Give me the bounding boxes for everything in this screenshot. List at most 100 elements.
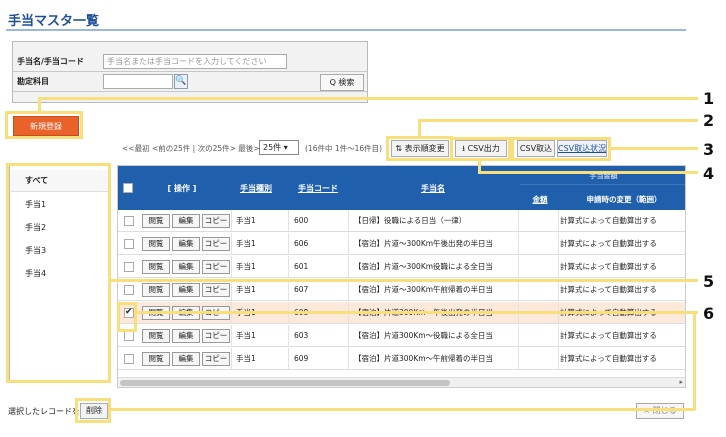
callout-box-new: [5, 111, 83, 139]
copy-button[interactable]: コピー: [202, 329, 230, 343]
callout-number-3: 3: [703, 140, 715, 159]
edit-button[interactable]: 編集: [172, 352, 200, 366]
callout-box-delete: [75, 398, 111, 423]
column-divider: [231, 348, 232, 369]
column-divider: [518, 256, 519, 277]
column-divider: [288, 325, 289, 346]
title-divider: [6, 29, 686, 31]
search-button[interactable]: Q 検索: [320, 74, 364, 91]
row-code: 601: [294, 262, 309, 271]
copy-button[interactable]: コピー: [202, 260, 230, 274]
column-divider: [288, 233, 289, 254]
search-panel: 手当名/手当コード 手当名または手当コードを入力してください 勘定科目 🔍 Q …: [12, 41, 368, 103]
magnifier-icon[interactable]: 🔍: [174, 74, 188, 89]
callout-line-5: [108, 279, 698, 282]
view-button[interactable]: 閲覧: [142, 260, 170, 274]
column-divider: [348, 256, 349, 277]
row-checkbox[interactable]: [124, 331, 134, 341]
account-filter-label: 勘定科目: [17, 77, 49, 86]
edit-button[interactable]: 編集: [172, 260, 200, 274]
row-code: 603: [294, 331, 309, 340]
search-row-account: 勘定科目 🔍: [13, 72, 367, 92]
record-range: (16件中 1件〜16件目): [305, 144, 383, 153]
callout-line-2: [418, 119, 698, 122]
scrollbar-thumb[interactable]: [120, 380, 450, 386]
row-type: 手当1: [236, 331, 256, 340]
column-divider: [288, 256, 289, 277]
copy-button[interactable]: コピー: [202, 214, 230, 228]
column-divider: [348, 348, 349, 369]
account-filter-input[interactable]: [103, 74, 173, 89]
row-name: 【宿泊】片道〜300Km午後出発の半日当: [354, 239, 494, 248]
column-divider: [348, 233, 349, 254]
header-change: 申請時の変更（範囲）: [586, 195, 662, 204]
column-divider: [558, 233, 559, 254]
horizontal-scrollbar[interactable]: ▸: [118, 377, 685, 387]
view-button[interactable]: 閲覧: [142, 214, 170, 228]
edit-button[interactable]: 編集: [172, 214, 200, 228]
table-row: 閲覧 編集 コピー 手当1 607 【宿泊】片道〜300Km午前帰着の半日当 計算式によって…: [118, 279, 685, 301]
callout-vertical-6: [693, 311, 696, 410]
name-filter-label: 手当名/手当コード: [17, 57, 84, 66]
view-button[interactable]: 閲覧: [142, 237, 170, 251]
header-type[interactable]: 手当種別: [230, 183, 282, 194]
edit-button[interactable]: 編集: [172, 329, 200, 343]
callout-box-checkbox: [117, 302, 137, 332]
column-divider: [558, 210, 559, 231]
callout-number-1: 1: [703, 89, 715, 108]
column-divider: [348, 279, 349, 300]
name-filter-input[interactable]: 手当名または手当コードを入力してください: [103, 54, 287, 69]
header-name[interactable]: 手当名: [350, 183, 516, 194]
row-checkbox[interactable]: [124, 216, 134, 226]
row-code: 600: [294, 216, 309, 225]
callout-number-6: 6: [703, 304, 715, 323]
header-amount[interactable]: 金額: [520, 194, 560, 205]
view-button[interactable]: 閲覧: [142, 352, 170, 366]
row-change: 計算式によって自動算出する: [560, 331, 657, 340]
copy-button[interactable]: コピー: [202, 237, 230, 251]
row-type: 手当1: [236, 216, 256, 225]
callout-stem-order: [418, 121, 421, 137]
column-divider: [518, 325, 519, 346]
callout-box-sidebar: [6, 163, 111, 383]
callout-line-3: [611, 147, 698, 150]
edit-button[interactable]: 編集: [172, 237, 200, 251]
view-button[interactable]: 閲覧: [142, 329, 170, 343]
edit-button[interactable]: 編集: [172, 283, 200, 297]
scroll-right-icon[interactable]: ▸: [679, 378, 683, 386]
copy-button[interactable]: コピー: [202, 283, 230, 297]
callout-line-delete: [108, 408, 695, 411]
select-all-checkbox[interactable]: [123, 183, 133, 193]
row-type: 手当1: [236, 239, 256, 248]
close-button[interactable]: × 閉じる: [636, 403, 684, 419]
table-row: 閲覧 編集 コピー 手当1 609 【宿泊】片道300Km〜午前帰着の半日当 計算式によって…: [118, 348, 685, 370]
column-divider: [558, 348, 559, 369]
header-code[interactable]: 手当コード: [290, 183, 346, 194]
callout-line-6: [137, 311, 698, 314]
column-divider: [231, 279, 232, 300]
header-type-label: 手当種別: [240, 184, 272, 193]
row-checkbox[interactable]: [124, 354, 134, 364]
callout-stem-new: [38, 100, 41, 112]
header-amount-label: 金額: [532, 195, 548, 204]
column-divider: [288, 348, 289, 369]
column-divider: [231, 210, 232, 231]
row-checkbox[interactable]: [124, 262, 134, 272]
callout-number-2: 2: [703, 111, 715, 130]
header-code-label: 手当コード: [298, 184, 338, 193]
row-type: 手当1: [236, 354, 256, 363]
callout-box-order: [386, 136, 453, 161]
per-page-select[interactable]: 25件 ▾: [259, 140, 299, 155]
row-type: 手当1: [236, 262, 256, 271]
pagination[interactable]: <<最初 <前の25件 | 次の25件> 最後>>: [122, 143, 266, 154]
row-checkbox[interactable]: [124, 239, 134, 249]
search-row-name: 手当名/手当コード 手当名または手当コードを入力してください: [13, 52, 367, 72]
column-divider: [231, 256, 232, 277]
row-code: 609: [294, 354, 309, 363]
row-checkbox[interactable]: [124, 285, 134, 295]
copy-button[interactable]: コピー: [202, 352, 230, 366]
header-ops: [ 操作 ]: [167, 184, 197, 193]
table-row: 閲覧 編集 コピー 手当1 606 【宿泊】片道〜300Km午後出発の半日当 計算式によって…: [118, 233, 685, 255]
column-divider: [231, 325, 232, 346]
view-button[interactable]: 閲覧: [142, 283, 170, 297]
